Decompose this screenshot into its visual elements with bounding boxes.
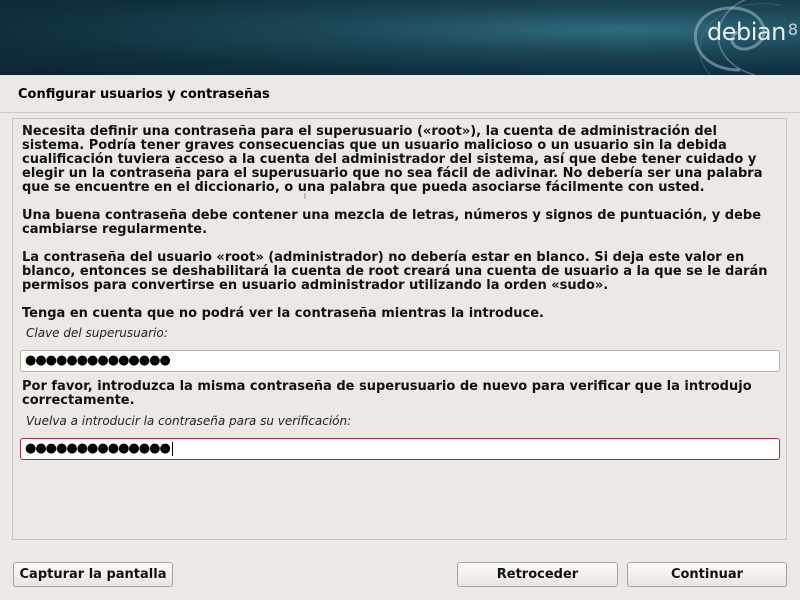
screenshot-button[interactable]: Capturar la pantalla	[13, 562, 173, 587]
root-password-field[interactable]: ●●●●●●●●●●●●●●	[20, 350, 780, 372]
recommendation-paragraph: Una buena contraseña debe contener una m…	[22, 208, 762, 237]
confirm-password-field[interactable]: ●●●●●●●●●●●●●●	[20, 438, 780, 460]
brand-name: debian	[707, 18, 786, 46]
root-password-value: ●●●●●●●●●●●●●●	[25, 353, 171, 368]
page-title: Configurar usuarios y contraseñas	[18, 87, 270, 102]
debian-logo-text: debian 8	[707, 18, 798, 46]
back-button[interactable]: Retroceder	[457, 562, 618, 587]
blank-root-paragraph: La contraseña del usuario «root» (admini…	[22, 250, 768, 293]
installer-banner: debian 8	[0, 0, 800, 75]
confirm-password-value: ●●●●●●●●●●●●●●	[25, 441, 171, 456]
text-cursor-icon	[304, 193, 306, 199]
text-caret	[171, 441, 173, 456]
continue-button[interactable]: Continuar	[627, 562, 787, 587]
brand-version: 8	[787, 20, 798, 39]
intro-paragraph: Necesita definir una contraseña para el …	[22, 124, 763, 195]
root-password-label: Clave del superusuario:	[26, 326, 168, 340]
confirm-password-label: Vuelva a introducir la contraseña para s…	[26, 414, 352, 428]
hidden-input-note: Tenga en cuenta que no podrá ver la cont…	[22, 306, 544, 321]
confirm-instruction: Por favor, introduzca la misma contraseñ…	[22, 379, 752, 408]
